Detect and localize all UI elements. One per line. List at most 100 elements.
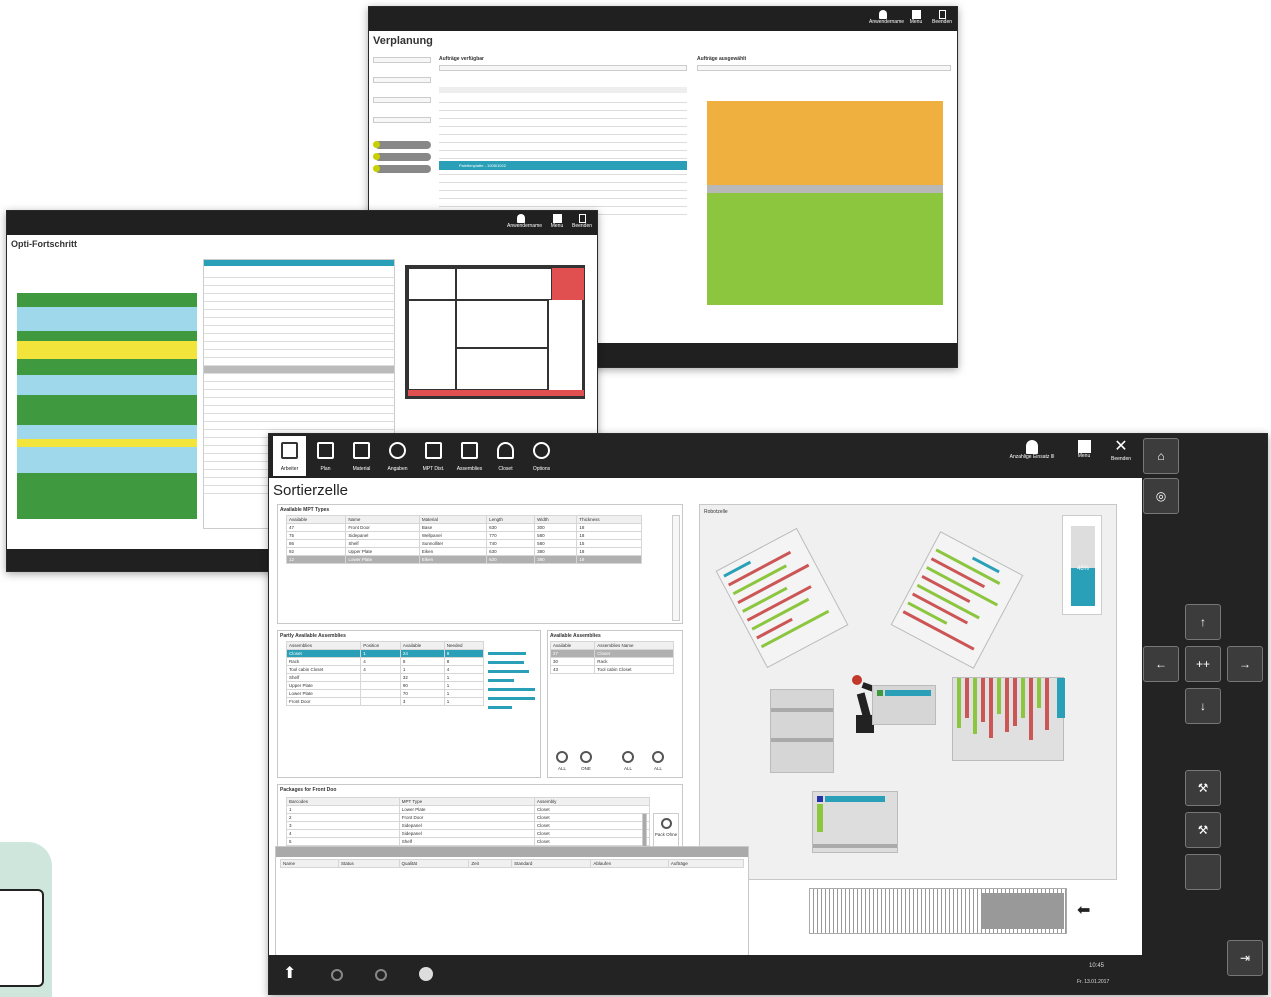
- exit-button[interactable]: Beenden: [931, 10, 953, 25]
- group-row[interactable]: [707, 185, 943, 193]
- table-row[interactable]: Shelf 32 1: [285, 673, 485, 682]
- filter-input[interactable]: [373, 57, 431, 63]
- column-header[interactable]: Aufträge: [667, 859, 745, 868]
- close-button[interactable]: ✕ Beenden: [1105, 438, 1137, 462]
- nav-right-button[interactable]: →: [1227, 646, 1263, 682]
- tab-options[interactable]: Options: [525, 436, 558, 476]
- table-row[interactable]: 3 Sidepanel Closet: [286, 821, 651, 830]
- table-row[interactable]: Tool cabin Closet 4 1 4: [285, 665, 485, 674]
- nav-center-button[interactable]: ++: [1185, 646, 1221, 682]
- list-item[interactable]: [439, 119, 687, 127]
- table-row[interactable]: Rack 4 8 8: [285, 657, 485, 666]
- column-header[interactable]: Material: [418, 515, 488, 524]
- list-item[interactable]: [439, 151, 687, 159]
- tab-mpt-dist[interactable]: MPT Dist.: [417, 436, 450, 476]
- list-item[interactable]: [439, 183, 687, 191]
- clock-icon[interactable]: [375, 969, 387, 981]
- list-item[interactable]: [439, 95, 687, 103]
- menu-button[interactable]: Menu: [547, 214, 567, 229]
- column-header[interactable]: Width: [534, 515, 578, 524]
- table-row[interactable]: 30 Rack: [549, 657, 674, 666]
- list-item[interactable]: [439, 103, 687, 111]
- selected-order-row[interactable]: Palettenplatte - 1005/1022: [439, 161, 687, 170]
- column-header[interactable]: Ablaufen: [590, 859, 669, 868]
- list-item[interactable]: [439, 127, 687, 135]
- table-row[interactable]: Lower Plate 70 1: [285, 689, 485, 698]
- pack-ohne-button[interactable]: Pack Ohne: [653, 813, 679, 849]
- list-item[interactable]: [439, 111, 687, 119]
- column-header[interactable]: Position: [360, 641, 401, 650]
- user-button[interactable]: Anwendername: [869, 10, 904, 25]
- filter-button[interactable]: [375, 153, 431, 161]
- table-row[interactable]: 5 Shelf Closet: [286, 837, 651, 846]
- column-header[interactable]: Available: [285, 515, 347, 524]
- table-row[interactable]: 43 Tool cabin Closet: [549, 665, 674, 674]
- column-header[interactable]: Thickness: [576, 515, 642, 524]
- table-row[interactable]: 27 Closet: [549, 649, 674, 658]
- table-row[interactable]: 47 Front Door Base 630 300 18: [285, 523, 642, 532]
- filter-button[interactable]: [375, 165, 431, 173]
- column-header[interactable]: Name: [280, 859, 339, 868]
- table-row[interactable]: 1 Lower Plate Closet: [286, 805, 651, 814]
- table-row[interactable]: 86 Shelf Sunnolliter 740 580 15: [285, 539, 642, 548]
- column-header[interactable]: Qualität: [398, 859, 470, 868]
- filter-input[interactable]: [373, 77, 431, 83]
- column-header[interactable]: Assemblies Name: [594, 641, 674, 650]
- column-header[interactable]: Length: [486, 515, 536, 524]
- clock-icon[interactable]: [331, 969, 343, 981]
- filter-input[interactable]: [373, 97, 431, 103]
- scrollbar[interactable]: [672, 515, 680, 621]
- column-header[interactable]: Available: [549, 641, 596, 650]
- list-item[interactable]: [439, 143, 687, 151]
- list-item[interactable]: [439, 191, 687, 199]
- tab-arbeiter[interactable]: Arbeiter: [273, 436, 306, 476]
- camera-button[interactable]: ◎: [1143, 478, 1179, 514]
- nav-up-button[interactable]: ↑: [1185, 604, 1221, 640]
- column-header[interactable]: Zeit: [468, 859, 513, 868]
- table-row[interactable]: 75 Sidepanel Wellpanel 770 580 18: [285, 531, 642, 540]
- column-header[interactable]: Available: [399, 641, 445, 650]
- search-input[interactable]: [439, 65, 687, 71]
- user-button[interactable]: Anzahlige Einsatz Ill: [1003, 440, 1061, 460]
- table-row[interactable]: 2 Front Door Closet: [286, 813, 651, 822]
- table-row[interactable]: Upper Plate 90 1: [285, 681, 485, 690]
- user-button[interactable]: Anwendername: [507, 214, 542, 229]
- table-row[interactable]: 12 Lower Plate Eiken 620 380 18: [285, 555, 642, 564]
- filter-input[interactable]: [373, 117, 431, 123]
- column-header[interactable]: Assembly: [533, 797, 651, 806]
- menu-button[interactable]: Menu: [906, 10, 926, 25]
- assembly-action-button[interactable]: ALL: [552, 749, 572, 775]
- column-header[interactable]: Assemblies: [285, 641, 362, 650]
- column-header[interactable]: Barcodes: [286, 797, 400, 806]
- scrollbar[interactable]: [642, 813, 647, 849]
- exit-button[interactable]: Beenden: [571, 214, 593, 229]
- list-item[interactable]: [439, 175, 687, 183]
- tab-assemblies[interactable]: Assemblies: [453, 436, 486, 476]
- column-header[interactable]: Standard: [511, 859, 592, 868]
- list-item[interactable]: [439, 135, 687, 143]
- search-input[interactable]: [697, 65, 951, 71]
- pointer-icon[interactable]: [419, 967, 433, 981]
- column-header[interactable]: Status: [337, 859, 400, 868]
- assembly-action-button[interactable]: ONE: [576, 749, 596, 775]
- table-row[interactable]: Closet 1 24 8: [285, 649, 485, 658]
- list-item[interactable]: [439, 199, 687, 207]
- column-header[interactable]: MPT Type: [398, 797, 535, 806]
- robot-arm-button[interactable]: ⚒: [1185, 812, 1221, 848]
- nav-down-button[interactable]: ↓: [1185, 688, 1221, 724]
- assembly-action-button[interactable]: ALL: [648, 749, 668, 775]
- assembly-action-button[interactable]: ALL: [618, 749, 638, 775]
- tab-plan[interactable]: Plan: [309, 436, 342, 476]
- robot-view-button[interactable]: ⌂: [1143, 438, 1179, 474]
- menu-button[interactable]: Menu: [1069, 440, 1099, 459]
- table-row[interactable]: 4 Sidepanel Closet: [286, 829, 651, 838]
- column-header[interactable]: Name: [345, 515, 420, 524]
- blank-control-button[interactable]: [1185, 854, 1221, 890]
- tab-angaben[interactable]: Angaben: [381, 436, 414, 476]
- collapse-up-icon[interactable]: ⬆: [283, 963, 296, 983]
- tab-material[interactable]: Material: [345, 436, 378, 476]
- filter-button[interactable]: [375, 141, 431, 149]
- robot-arm-button[interactable]: ⚒: [1185, 770, 1221, 806]
- column-header[interactable]: Needed: [443, 641, 485, 650]
- table-row[interactable]: 92 Upper Plate Eiken 630 380 18: [285, 547, 642, 556]
